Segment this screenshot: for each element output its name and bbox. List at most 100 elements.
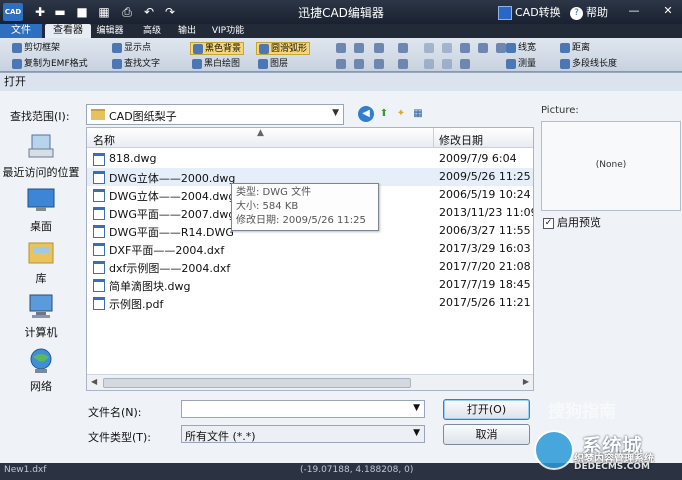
filename-input[interactable]: ▼: [181, 400, 425, 418]
black-background-label: 黑色背景: [205, 44, 242, 54]
file-icon: [93, 225, 105, 238]
enable-preview-checkbox[interactable]: ✓ 启用预览: [543, 214, 601, 230]
minimize-icon[interactable]: —: [626, 3, 642, 19]
layer-state-icon[interactable]: [460, 43, 470, 53]
pan-icon[interactable]: [354, 43, 364, 53]
place-library[interactable]: 库: [0, 239, 82, 286]
polyline-length-button[interactable]: 多段线长度: [560, 58, 617, 71]
cut-frame-button[interactable]: 剪切框架: [12, 42, 60, 55]
layers-button[interactable]: 图层: [258, 58, 288, 71]
copy-emf-button[interactable]: 复制为EMF格式: [12, 58, 88, 71]
open-button[interactable]: 打开(O): [443, 399, 530, 420]
zoom-icon[interactable]: [374, 43, 384, 53]
tab-editor[interactable]: 编辑器: [96, 24, 124, 38]
smooth-arc-label: 圆滑弧形: [271, 44, 308, 54]
chevron-down-icon[interactable]: ▼: [413, 428, 420, 438]
distance-button[interactable]: 距离: [560, 42, 590, 55]
horizontal-scrollbar[interactable]: ◀ ▶: [87, 374, 533, 390]
cad-convert-button[interactable]: CAD转换: [498, 4, 561, 20]
tooltip-size: 大小: 584 KB: [236, 201, 299, 212]
find-text-icon: [112, 58, 122, 69]
filetype-select[interactable]: 所有文件 (*.*) ▼: [181, 425, 425, 443]
filetype-label: 文件类型(T):: [88, 431, 152, 444]
computer-icon: [26, 293, 56, 321]
file-name: DWG平面——R14.DWG: [109, 226, 234, 239]
linewidth-button[interactable]: 线宽: [506, 42, 536, 55]
checkbox-checked-icon[interactable]: ✓: [543, 217, 554, 229]
close-icon[interactable]: ✕: [660, 3, 676, 19]
look-in-value: CAD图纸梨子: [109, 110, 177, 123]
fit-icon[interactable]: [336, 59, 346, 69]
file-row[interactable]: 简单滴图块.dwg 2017/7/19 18:45: [87, 276, 533, 294]
cut-frame-label: 剪切框架: [24, 43, 61, 53]
file-tooltip: 类型: DWG 文件 大小: 584 KB 修改日期: 2009/5/26 11…: [231, 183, 379, 231]
smooth-arc-button[interactable]: 圆滑弧形: [256, 42, 311, 55]
chevron-down-icon[interactable]: ▼: [332, 108, 339, 118]
prev-icon[interactable]: [424, 59, 434, 69]
tab-file[interactable]: 文件: [0, 24, 42, 38]
measure-button[interactable]: 测量: [506, 58, 536, 71]
help-button[interactable]: ? 帮助: [570, 4, 608, 20]
scrollbar-thumb[interactable]: [103, 378, 411, 388]
find-text-button[interactable]: 查找文字: [112, 58, 160, 71]
hand-icon[interactable]: [398, 43, 408, 53]
measure-label: 测量: [518, 59, 537, 69]
linewidth-icon: [506, 42, 516, 53]
up-folder-icon[interactable]: ⬆: [376, 106, 392, 122]
black-white-button[interactable]: 黑白绘图: [192, 58, 240, 71]
window-icon[interactable]: [354, 59, 364, 69]
tab-output[interactable]: 输出: [175, 24, 199, 38]
look-in-dropdown[interactable]: CAD图纸梨子 ▼: [86, 104, 344, 125]
zoom-out-icon[interactable]: [374, 59, 384, 69]
file-name: dxf示例图——2004.dxf: [109, 262, 231, 275]
next-icon[interactable]: [442, 59, 452, 69]
file-date: 2017/5/26 11:21: [439, 296, 531, 309]
site-watermark: 系统城 织梦内容管理系统 DEDECMS.COM: [532, 426, 682, 476]
file-row[interactable]: dxf示例图——2004.dxf 2017/7/20 21:08: [87, 258, 533, 276]
place-recent[interactable]: 最近访问的位置: [0, 133, 82, 180]
file-list-header: ▲ 名称 修改日期: [87, 128, 533, 148]
scroll-right-icon[interactable]: ▶: [523, 377, 529, 386]
forward-icon[interactable]: [442, 43, 452, 53]
show-points-button[interactable]: 显示点: [112, 42, 151, 55]
back-icon[interactable]: [424, 43, 434, 53]
select-icon[interactable]: [336, 43, 346, 53]
tab-vip[interactable]: VIP功能: [210, 24, 246, 38]
filename-label: 文件名(N):: [88, 406, 142, 419]
distance-label: 距离: [572, 43, 591, 53]
places-bar: 最近访问的位置 桌面 库 计算机 网络: [0, 125, 85, 393]
library-icon: [26, 239, 56, 267]
view-menu-icon[interactable]: ▦: [410, 106, 426, 122]
file-name: DWG立体——2004.dwg: [109, 190, 236, 203]
place-desktop[interactable]: 桌面: [0, 187, 82, 234]
tab-advanced[interactable]: 高级: [140, 24, 164, 38]
rotate-icon[interactable]: [398, 59, 408, 69]
column-divider[interactable]: [433, 128, 434, 148]
column-name[interactable]: 名称: [93, 132, 115, 148]
frame-icon[interactable]: [460, 59, 470, 69]
check-icon[interactable]: [478, 43, 488, 53]
place-computer[interactable]: 计算机: [0, 293, 82, 340]
file-date: 2006/3/27 11:55: [439, 224, 531, 237]
back-nav-icon[interactable]: ◀: [358, 106, 374, 122]
find-text-label: 查找文字: [124, 59, 161, 69]
file-row[interactable]: DXF平面——2004.dxf 2017/3/29 16:03: [87, 240, 533, 258]
black-white-label: 黑白绘图: [204, 59, 241, 69]
chevron-down-icon[interactable]: ▼: [413, 403, 420, 413]
column-date[interactable]: 修改日期: [439, 132, 483, 148]
properties-icon[interactable]: [496, 43, 506, 53]
new-folder-icon[interactable]: ✦: [393, 106, 409, 122]
tab-viewer[interactable]: 查看器: [45, 24, 91, 38]
folder-icon: [91, 109, 105, 120]
place-computer-label: 计算机: [24, 326, 58, 339]
scroll-left-icon[interactable]: ◀: [91, 377, 97, 386]
copy-emf-icon: [12, 58, 22, 69]
place-recent-label: 最近访问的位置: [2, 166, 80, 179]
file-row[interactable]: 818.dwg 2009/7/9 6:04: [87, 150, 533, 168]
cancel-button[interactable]: 取消: [443, 424, 530, 445]
place-network[interactable]: 网络: [0, 347, 82, 394]
preview-panel: (None): [541, 121, 681, 211]
black-background-button[interactable]: 黑色背景: [190, 42, 245, 55]
sort-up-icon: ▲: [257, 128, 264, 138]
file-row[interactable]: 示例图.pdf 2017/5/26 11:21: [87, 294, 533, 312]
